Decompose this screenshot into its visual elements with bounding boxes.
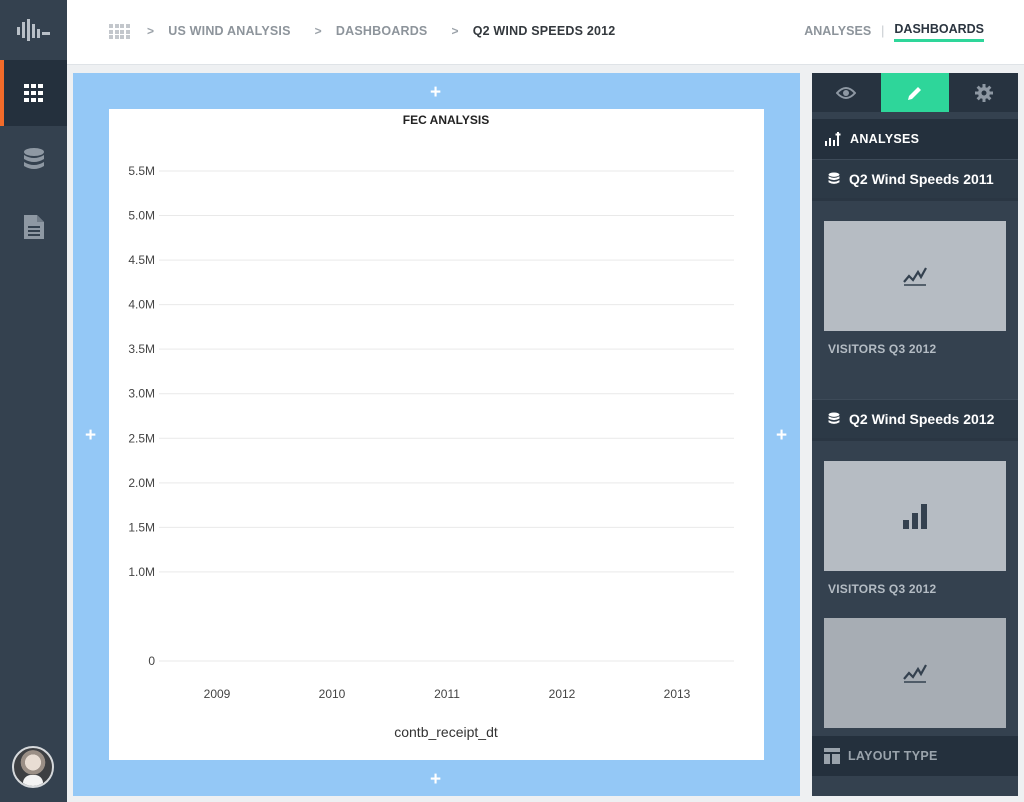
y-tick-label: 1.0M	[128, 565, 155, 579]
y-tick-label: 2.0M	[128, 476, 155, 490]
x-tick-label: 2012	[549, 687, 576, 701]
line-chart-icon	[903, 664, 927, 683]
add-analysis-icon	[825, 132, 841, 146]
mode-tabs	[812, 73, 1019, 112]
analysis-thumbnail[interactable]	[824, 461, 1006, 571]
add-column-right-icon[interactable]: +	[776, 426, 787, 445]
breadcrumb: > US WIND ANALYSIS > DASHBOARDS > Q2 WIN…	[147, 24, 639, 38]
y-tick-label: 1.5M	[128, 520, 155, 534]
tab-analyses[interactable]: ANALYSES	[804, 24, 871, 41]
line-chart-icon	[903, 267, 927, 286]
dataset-name: Q2 Wind Speeds 2012	[849, 411, 995, 427]
chevron-right-icon: >	[147, 24, 155, 38]
eye-icon	[836, 86, 857, 99]
preview-mode-button[interactable]	[812, 73, 881, 112]
bar-chart-icon	[903, 504, 927, 529]
database-icon	[23, 148, 44, 169]
user-avatar[interactable]	[12, 746, 54, 788]
grid-icon	[23, 84, 43, 102]
chevron-right-icon: >	[314, 24, 322, 38]
analysis-thumbnail[interactable]	[824, 221, 1006, 331]
right-panel: ANALYSES Q2 Wind Speeds 2011 VISITORS Q3…	[812, 73, 1019, 796]
settings-mode-button[interactable]	[949, 73, 1019, 112]
y-tick-label: 5.5M	[128, 164, 155, 178]
add-row-top-icon[interactable]: +	[430, 83, 441, 102]
dashboard-canvas[interactable]: + + + + FEC ANALYSIS 0 1.0M 1.5M 2.0M 2.5M 3.0…	[73, 73, 800, 796]
y-tick-label: 4.5M	[128, 253, 155, 267]
document-icon	[23, 215, 44, 239]
x-tick-label: 2009	[204, 687, 231, 701]
y-tick-label: 3.0M	[128, 387, 155, 401]
database-icon	[828, 172, 840, 184]
y-tick-label: 0	[148, 654, 155, 668]
edit-mode-button[interactable]	[880, 73, 950, 112]
x-axis-label: contb_receipt_dt	[394, 724, 498, 740]
top-bar: > US WIND ANALYSIS > DASHBOARDS > Q2 WIN…	[67, 0, 1024, 65]
left-nav	[0, 0, 67, 802]
breadcrumb-dashboards[interactable]: DASHBOARDS	[336, 24, 428, 38]
top-tabs: ANALYSES | DASHBOARDS	[804, 22, 984, 42]
dataset-header[interactable]: Q2 Wind Speeds 2012	[812, 399, 1018, 441]
line-chart: FEC ANALYSIS 0 1.0M 1.5M 2.0M 2.5M 3.0M 3.5M 4.0…	[128, 113, 734, 740]
analysis-label: VISITORS Q3 2012	[828, 582, 937, 596]
analysis-label: VISITORS Q3 2012	[828, 342, 937, 356]
y-tick-label: 5.0M	[128, 209, 155, 223]
apps-grid-icon[interactable]	[109, 24, 130, 41]
nav-documents[interactable]	[0, 194, 67, 260]
x-tick-label: 2010	[319, 687, 346, 701]
chevron-right-icon: >	[451, 24, 459, 38]
nav-datasets[interactable]	[0, 127, 67, 193]
gear-icon	[974, 83, 993, 102]
y-tick-label: 2.5M	[128, 431, 155, 445]
database-icon	[828, 412, 840, 424]
y-tick-label: 4.0M	[128, 298, 155, 312]
analyses-label: ANALYSES	[850, 132, 920, 146]
add-column-left-icon[interactable]: +	[85, 426, 96, 445]
x-tick-label: 2011	[434, 687, 460, 701]
layout-type-label: LAYOUT TYPE	[848, 749, 938, 763]
y-tick-label: 3.5M	[128, 342, 155, 356]
chart-title: FEC ANALYSIS	[403, 113, 489, 127]
app-logo-icon[interactable]	[0, 0, 67, 60]
chart-widget[interactable]: FEC ANALYSIS 0 1.0M 1.5M 2.0M 2.5M 3.0M 3.5M 4.0…	[109, 109, 764, 760]
pencil-icon	[908, 86, 921, 100]
dataset-name: Q2 Wind Speeds 2011	[849, 171, 994, 187]
layout-icon	[824, 748, 840, 764]
analysis-thumbnail[interactable]	[824, 618, 1006, 728]
layout-type-header[interactable]: LAYOUT TYPE	[812, 736, 1018, 776]
breadcrumb-current: Q2 WIND SPEEDS 2012	[472, 24, 616, 38]
dataset-header[interactable]: Q2 Wind Speeds 2011	[812, 159, 1018, 201]
add-row-bottom-icon[interactable]: +	[430, 770, 441, 789]
tab-divider: |	[881, 23, 885, 38]
nav-dashboards[interactable]	[0, 60, 67, 126]
analyses-section-header[interactable]: ANALYSES	[812, 119, 1018, 159]
x-tick-label: 2013	[664, 687, 691, 701]
breadcrumb-project[interactable]: US WIND ANALYSIS	[168, 24, 290, 38]
tab-dashboards[interactable]: DASHBOARDS	[894, 22, 984, 42]
